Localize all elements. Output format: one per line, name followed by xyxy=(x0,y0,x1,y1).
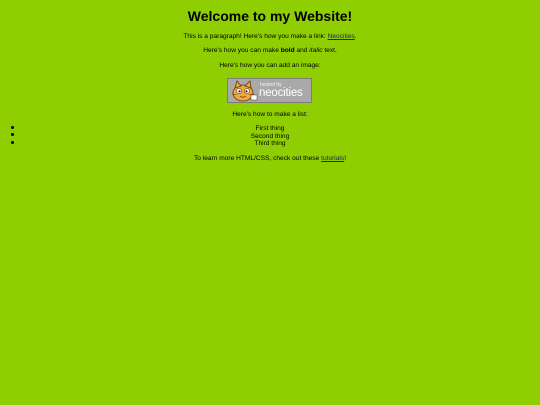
list-paragraph: Here's how to make a list: xyxy=(232,111,308,118)
page-title: Welcome to my Website! xyxy=(187,8,353,24)
learn-more-paragraph: To learn more HTML/CSS, check out these … xyxy=(0,154,540,163)
image-paragraph: Here's how you can add an image: xyxy=(219,62,321,69)
hosted-by-neocities-badge: hosted by neocities xyxy=(227,78,312,103)
formatting-text-end: text. xyxy=(322,47,337,54)
formatting-paragraph: Here's how you can make bold and italic … xyxy=(0,46,540,55)
intro-text: This is a paragraph! Here's how you make… xyxy=(183,33,328,40)
bold-text: bold xyxy=(280,47,295,54)
neocities-cat-icon xyxy=(231,80,258,102)
formatting-text: Here's how you can make xyxy=(203,47,281,54)
list-item: Second thing xyxy=(250,132,290,140)
list-item: First thing xyxy=(255,125,285,132)
italic-text: italic xyxy=(309,47,323,54)
neocities-link[interactable]: Neocities xyxy=(328,33,355,40)
tutorials-link[interactable]: tutorials xyxy=(321,155,344,162)
intro-paragraph: This is a paragraph! Here's how you make… xyxy=(0,32,540,41)
thing-list: First thing Second thing Third thing xyxy=(0,125,540,148)
learn-more-text: To learn more HTML/CSS, check out these xyxy=(193,155,322,162)
list-item: Third thing xyxy=(254,140,286,147)
formatting-text-middle: and xyxy=(294,47,310,54)
learn-more-text-end: ! xyxy=(344,155,347,162)
intro-text-end: . xyxy=(354,33,357,40)
badge-brand-text: neocities xyxy=(259,87,303,99)
